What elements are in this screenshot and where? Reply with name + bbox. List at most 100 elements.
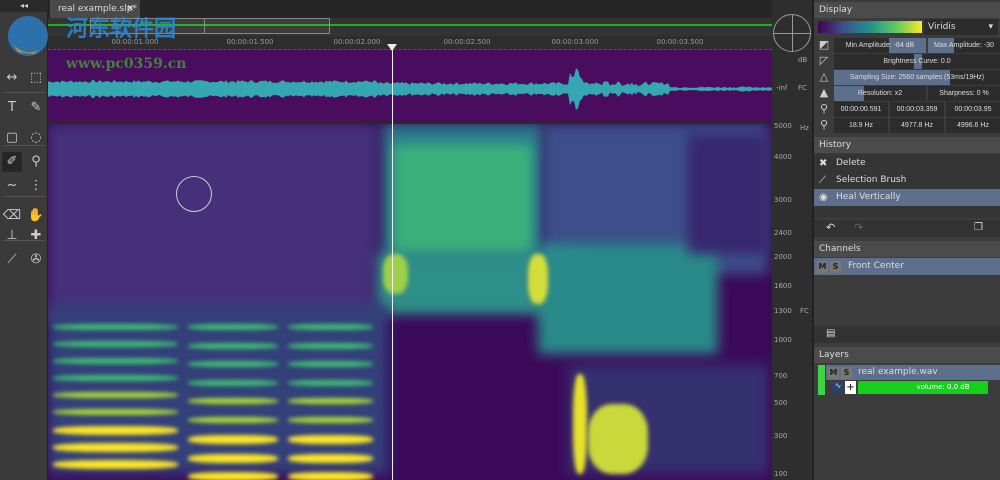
brush-select-tool-icon[interactable]: ✐ xyxy=(2,152,22,172)
history-item[interactable]: ◉ Heal Vertically xyxy=(814,189,1000,206)
db-label: dB xyxy=(798,56,808,64)
zoom-box-tool-icon[interactable]: ⬚ xyxy=(26,68,46,88)
spectrogram-view[interactable] xyxy=(48,122,772,480)
duplicate-icon[interactable]: ❐ xyxy=(974,222,983,233)
redo-icon[interactable]: ↷ xyxy=(854,221,863,234)
colormap-value: Viridis xyxy=(928,22,956,32)
colormap-select[interactable]: Viridis ▾ xyxy=(924,19,998,35)
pen-tool-icon[interactable]: ⟋ xyxy=(2,250,22,270)
solo-button[interactable]: S xyxy=(830,261,841,273)
time-start-field[interactable]: 00:00:00.591 xyxy=(834,102,888,117)
spectral-energy-region xyxy=(688,134,768,254)
waveform xyxy=(48,68,772,110)
frequency-tick-label: 2400 xyxy=(774,229,792,237)
move-tool-icon[interactable]: ↔ xyxy=(2,68,22,88)
max-amplitude-value: Max Amplitude: -30 xyxy=(934,42,994,49)
layers-header: Layers xyxy=(814,347,1000,363)
harmonic-band xyxy=(288,379,373,386)
eyedropper-tool-icon[interactable]: ✎ xyxy=(26,98,46,118)
time-end-field[interactable]: 00:00:03.359 xyxy=(890,102,944,117)
playhead-marker[interactable] xyxy=(387,44,397,51)
layer-solo-button[interactable]: S xyxy=(841,367,852,379)
history-item[interactable]: ⟋ Selection Brush xyxy=(814,172,1000,189)
heal-tool-icon[interactable]: ✚ xyxy=(26,226,46,246)
mute-button[interactable]: M xyxy=(817,261,828,273)
resolution-slider[interactable]: Resolution: x2 xyxy=(834,86,926,101)
history-item[interactable]: ✖ Delete xyxy=(814,155,1000,172)
layer-row[interactable]: M S real example.wav xyxy=(826,365,1000,380)
pan-compass-icon[interactable] xyxy=(773,14,811,52)
layer-volume-slider[interactable]: volume: 0.0 dB xyxy=(858,381,988,394)
channel-settings-icon[interactable]: ▤ xyxy=(826,328,835,339)
spec-channel-label: FC xyxy=(800,307,809,315)
smudge-tool-icon[interactable]: ✋ xyxy=(26,206,46,226)
dotted-line-tool-icon[interactable]: ⋮ xyxy=(26,176,46,196)
brightness-curve-slider[interactable]: Brightness Curve: 0.0 xyxy=(834,54,1000,69)
harmonic-band xyxy=(188,416,278,423)
close-tab-icon[interactable]: ✕ xyxy=(126,0,134,18)
time-ruler[interactable]: 00:00:01.000 00:00:01.500 00:00:02.000 00:0… xyxy=(48,36,772,50)
harmonic-band xyxy=(53,375,178,381)
tool-separator xyxy=(4,145,44,146)
frequency-tick-label: 3000 xyxy=(774,196,792,204)
spray-tool-icon[interactable]: ✇ xyxy=(26,250,46,270)
stamp-tool-icon[interactable]: ⊥ xyxy=(2,226,22,246)
history-item-label: Heal Vertically xyxy=(836,192,901,202)
overview-navigator[interactable] xyxy=(48,18,772,36)
tool-separator xyxy=(4,196,44,197)
freq-high-value: 4977.8 Hz xyxy=(901,122,933,129)
history-item-icon: ⟋ xyxy=(819,175,826,186)
history-header: History xyxy=(814,137,1000,153)
frequency-axis: dB -inf FC Hz FC 5000 4000 3000 2400 2000 160… xyxy=(772,0,812,480)
waveform-layer-icon: ∿ xyxy=(832,381,844,394)
side-panel: Display Viridis ▾ ◩ Min Amplitude: -84 dB… xyxy=(812,0,1000,480)
frequency-zoom-icon: ⚲ xyxy=(819,118,829,131)
min-amplitude-value: Min Amplitude: -84 dB xyxy=(845,42,915,49)
time-zoom-icon: ⚲ xyxy=(819,102,829,115)
brightness-value: Brightness Curve: 0.0 xyxy=(883,58,951,65)
sharpness-slider[interactable]: Sharpness: 0 % xyxy=(928,86,1000,101)
document-tab-bar xyxy=(48,0,772,18)
sampling-size-slider[interactable]: Sampling Size: 2560 samples (53ms/19Hz) xyxy=(834,70,1000,85)
inf-label: -inf xyxy=(776,84,788,92)
frequency-tick-label: 2000 xyxy=(774,253,792,261)
add-layer-button[interactable]: + xyxy=(845,381,856,394)
harmonic-band xyxy=(288,416,373,423)
freq-low-field[interactable]: 18.9 Hz xyxy=(834,118,888,133)
text-tool-icon[interactable]: T xyxy=(2,98,22,118)
harmonic-band xyxy=(53,409,178,415)
waveform-view[interactable] xyxy=(48,50,772,122)
harmonic-band xyxy=(188,379,278,386)
harmonic-band xyxy=(53,341,178,347)
frequency-tick-label: 5000 xyxy=(774,122,792,130)
layer-mute-button[interactable]: M xyxy=(828,367,839,379)
spectral-energy-region xyxy=(48,124,378,324)
hz-unit-label: Hz xyxy=(800,124,809,132)
collapse-toolbar-button[interactable]: ◂◂ xyxy=(0,0,48,12)
channels-header: Channels xyxy=(814,241,1000,257)
min-amplitude-slider[interactable]: Min Amplitude: -84 dB xyxy=(834,38,926,53)
harmonic-band xyxy=(53,426,178,435)
sampling-value: Sampling Size: 2560 samples (53ms/19Hz) xyxy=(849,74,985,81)
spectral-burst xyxy=(383,254,408,294)
undo-icon[interactable]: ↶ xyxy=(826,221,835,234)
spectral-energy-region xyxy=(538,244,718,354)
eraser-tool-icon[interactable]: ⌫ xyxy=(2,206,22,226)
line-tool-icon[interactable]: ∼ xyxy=(2,176,22,196)
brush-cursor xyxy=(176,176,212,212)
history-item-label: Selection Brush xyxy=(836,175,907,185)
max-amplitude-slider[interactable]: Max Amplitude: -30 xyxy=(928,38,1000,53)
channel-row[interactable]: M S Front Center xyxy=(814,258,1000,275)
time-length-field[interactable]: 00:00:03.95 xyxy=(946,102,1000,117)
tool-separator xyxy=(4,92,44,93)
history-item-label: Delete xyxy=(836,158,866,168)
document-tab[interactable]: real example.slp* ✕ xyxy=(50,0,140,18)
spectral-energy-region xyxy=(393,144,533,254)
playhead[interactable] xyxy=(392,44,393,480)
freq-range-field[interactable]: 4996.6 Hz xyxy=(946,118,1000,133)
sampling-icon: △ xyxy=(819,70,829,83)
magic-wand-tool-icon[interactable]: ⚲ xyxy=(26,152,46,172)
freq-high-field[interactable]: 4977.8 Hz xyxy=(890,118,944,133)
harmonic-band xyxy=(288,398,373,404)
time-tick-label: 00:00:02.000 xyxy=(333,38,381,46)
